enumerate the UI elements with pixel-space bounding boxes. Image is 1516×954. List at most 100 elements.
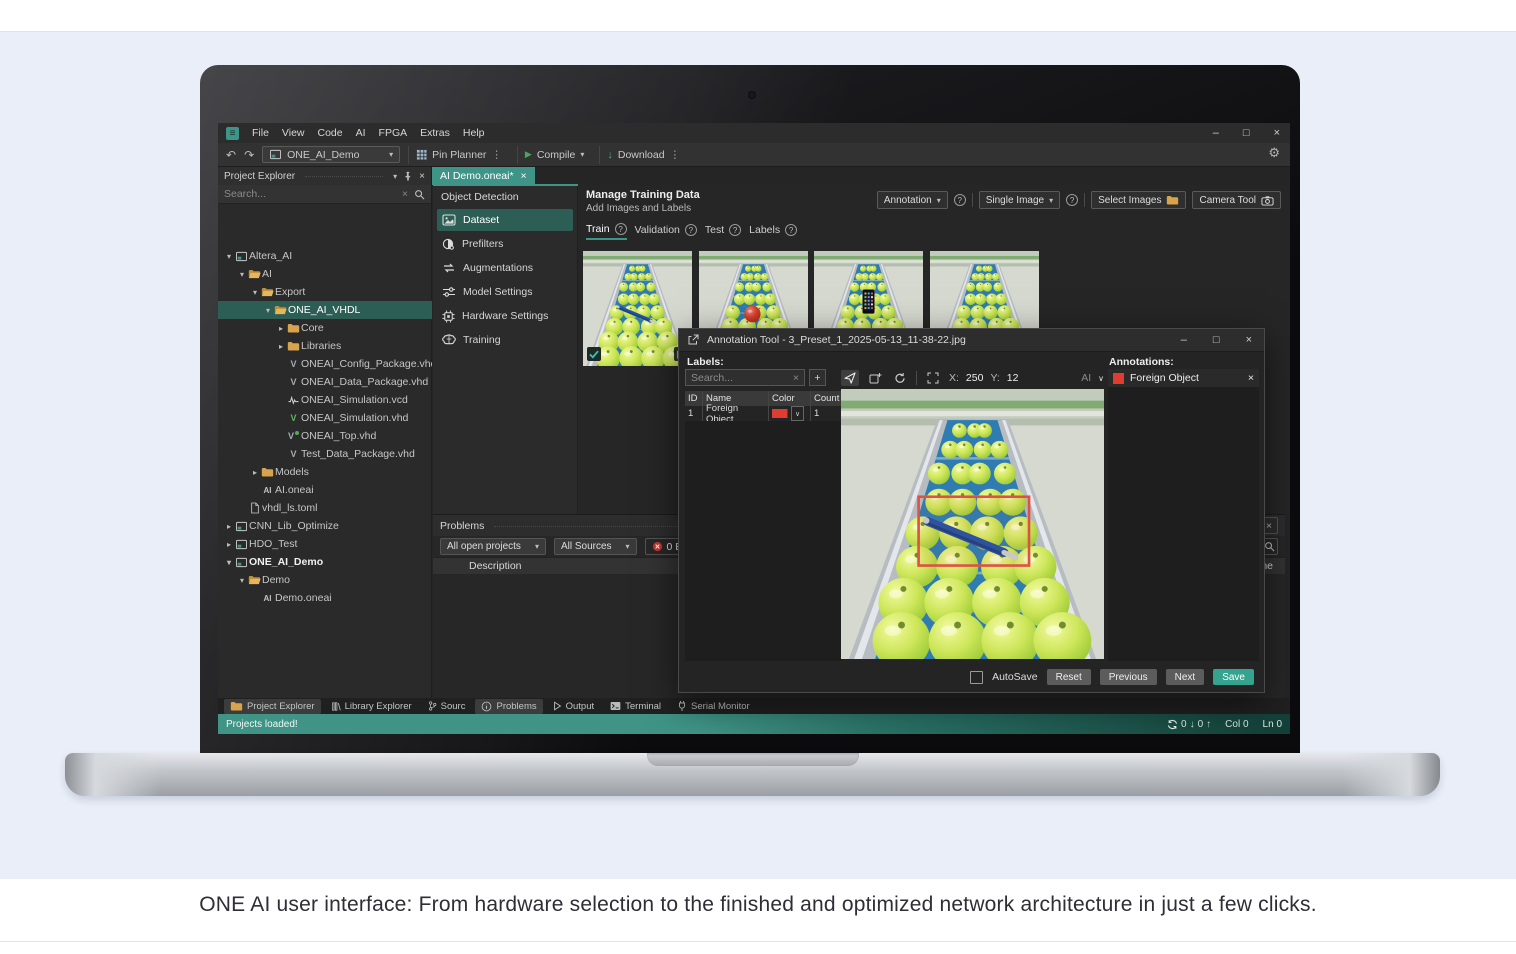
label-row[interactable]: 1Foreign Object∨1 bbox=[685, 406, 843, 421]
settings-gear-icon[interactable]: ⚙ bbox=[1268, 145, 1280, 161]
tree-item-libraries[interactable]: ▸Libraries bbox=[218, 337, 432, 355]
tree-item-core[interactable]: ▸Core bbox=[218, 319, 432, 337]
tree-item-one-ai-demo[interactable]: ▾ONE_AI_Demo bbox=[218, 553, 432, 571]
tree-item-hdo-test[interactable]: ▸HDO_Test bbox=[218, 535, 432, 553]
single-image-dropdown[interactable]: Single Image ▾ bbox=[979, 191, 1060, 209]
reset-button[interactable]: Reset bbox=[1047, 669, 1091, 685]
expand-arrow-icon[interactable]: ▾ bbox=[237, 576, 247, 585]
help-icon[interactable]: ? bbox=[785, 224, 797, 236]
project-selector-dropdown[interactable]: ONE_AI_Demo ▾ bbox=[262, 146, 400, 163]
collapse-arrow-icon[interactable]: ▸ bbox=[276, 324, 286, 333]
menu-item-fpga[interactable]: FPGA bbox=[379, 127, 408, 139]
next-button[interactable]: Next bbox=[1166, 669, 1205, 685]
tree-item-ai[interactable]: ▾AI bbox=[218, 265, 432, 283]
compile-button[interactable]: ▶ Compile ▾ bbox=[517, 146, 591, 164]
object-detection-item-prefilters[interactable]: Prefilters bbox=[437, 233, 573, 255]
kebab-menu-icon[interactable]: ⋮ bbox=[670, 149, 681, 161]
collapse-arrow-icon[interactable]: ▸ bbox=[224, 540, 234, 549]
expand-arrow-icon[interactable]: ▾ bbox=[263, 306, 273, 315]
thumbnail-checkbox-checked[interactable] bbox=[587, 347, 601, 361]
collapse-arrow-icon[interactable]: ▸ bbox=[250, 468, 260, 477]
labels-search-input[interactable]: Search... × bbox=[685, 369, 805, 386]
save-button[interactable]: Save bbox=[1213, 669, 1254, 685]
bottom-tab-problems[interactable]: Problems bbox=[475, 699, 542, 714]
help-icon[interactable]: ? bbox=[1066, 194, 1078, 206]
camera-tool-button[interactable]: Camera Tool bbox=[1192, 191, 1281, 209]
tree-item-oneai-config-package-vhd[interactable]: VONEAI_Config_Package.vhd bbox=[218, 355, 432, 373]
delete-annotation-icon[interactable]: × bbox=[1248, 372, 1254, 384]
annotation-dropdown[interactable]: Annotation ▾ bbox=[877, 191, 948, 209]
projects-filter-dropdown[interactable]: All open projects ▾ bbox=[440, 538, 546, 555]
dataset-tab-labels[interactable]: Labels? bbox=[749, 224, 797, 239]
tree-item-oneai-simulation-vcd[interactable]: ONEAI_Simulation.vcd bbox=[218, 391, 432, 409]
maximize-button[interactable]: □ bbox=[1213, 334, 1220, 346]
tree-item-vhdl-ls-toml[interactable]: vhdl_ls.toml bbox=[218, 499, 432, 517]
tree-item-oneai-top-vhd[interactable]: VONEAI_Top.vhd bbox=[218, 427, 432, 445]
explorer-search-input[interactable]: Search... × bbox=[218, 185, 431, 204]
expand-arrow-icon[interactable]: ▾ bbox=[250, 288, 260, 297]
tree-item-export[interactable]: ▾Export bbox=[218, 283, 432, 301]
label-color-cell[interactable]: ∨ bbox=[769, 406, 811, 421]
close-panel-icon[interactable]: × bbox=[419, 171, 425, 182]
tree-item-ai-oneai[interactable]: AIAI.oneai bbox=[218, 481, 432, 499]
object-detection-item-training[interactable]: Training bbox=[437, 329, 573, 351]
search-icon[interactable] bbox=[414, 189, 425, 200]
pin-planner-button[interactable]: Pin Planner ⋮ bbox=[408, 146, 509, 164]
bottom-tab-project-explorer[interactable]: Project Explorer bbox=[224, 699, 321, 714]
add-label-button[interactable]: + bbox=[809, 369, 826, 386]
tree-item-oneai-data-package-vhd[interactable]: VONEAI_Data_Package.vhd bbox=[218, 373, 432, 391]
clear-search-icon[interactable]: × bbox=[793, 372, 799, 384]
annotation-entry[interactable]: Foreign Object× bbox=[1108, 369, 1259, 387]
select-images-button[interactable]: Select Images bbox=[1091, 191, 1186, 209]
kebab-menu-icon[interactable]: ⋮ bbox=[491, 149, 502, 161]
close-button[interactable]: × bbox=[1246, 334, 1252, 346]
add-box-tool-icon[interactable] bbox=[866, 370, 884, 386]
tree-item-test-data-package-vhd[interactable]: VTest_Data_Package.vhd bbox=[218, 445, 432, 463]
redo-icon[interactable]: ↷ bbox=[244, 148, 254, 162]
menu-item-code[interactable]: Code bbox=[318, 127, 343, 139]
collapse-arrow-icon[interactable]: ▸ bbox=[276, 342, 286, 351]
help-icon[interactable]: ? bbox=[615, 223, 627, 235]
fit-view-icon[interactable] bbox=[924, 370, 942, 386]
menu-item-ai[interactable]: AI bbox=[356, 127, 366, 139]
tree-item-demo-oneai[interactable]: AIDemo.oneai bbox=[218, 589, 432, 607]
clear-search-icon[interactable]: × bbox=[402, 188, 408, 200]
bottom-tab-terminal[interactable]: Terminal bbox=[604, 699, 667, 714]
object-detection-item-hardware-settings[interactable]: Hardware Settings bbox=[437, 305, 573, 327]
tree-item-oneai-simulation-vhd[interactable]: VONEAI_Simulation.vhd bbox=[218, 409, 432, 427]
menu-item-view[interactable]: View bbox=[282, 127, 305, 139]
object-detection-item-augmentations[interactable]: Augmentations bbox=[437, 257, 573, 279]
bottom-tab-output[interactable]: Output bbox=[547, 699, 601, 714]
bottom-tab-library-explorer[interactable]: Library Explorer bbox=[325, 699, 418, 714]
dataset-tab-train[interactable]: Train? bbox=[586, 223, 627, 240]
minimize-button[interactable]: – bbox=[1181, 334, 1187, 346]
previous-button[interactable]: Previous bbox=[1100, 669, 1157, 685]
annotation-image[interactable] bbox=[841, 389, 1104, 659]
expand-arrow-icon[interactable]: ▾ bbox=[237, 270, 247, 279]
annotation-tool-titlebar[interactable]: Annotation Tool - 3_Preset_1_2025-05-13_… bbox=[679, 329, 1264, 352]
bottom-tab-sourc[interactable]: Sourc bbox=[422, 699, 472, 714]
sources-filter-dropdown[interactable]: All Sources ▾ bbox=[554, 538, 637, 555]
dataset-tab-validation[interactable]: Validation? bbox=[635, 224, 697, 239]
tab-ai-demo-oneai[interactable]: AI Demo.oneai* × bbox=[432, 167, 535, 185]
autosave-checkbox[interactable] bbox=[970, 671, 983, 684]
bottom-tab-serial-monitor[interactable]: Serial Monitor bbox=[671, 699, 756, 714]
undo-icon[interactable]: ↶ bbox=[226, 148, 236, 162]
tree-item-cnn-lib-optimize[interactable]: ▸CNN_Lib_Optimize bbox=[218, 517, 432, 535]
dataset-tab-test[interactable]: Test? bbox=[705, 224, 741, 239]
menu-item-help[interactable]: Help bbox=[463, 127, 485, 139]
tree-item-one-ai-vhdl[interactable]: ▾ONE_AI_VHDL bbox=[218, 301, 432, 319]
object-detection-item-model-settings[interactable]: Model Settings bbox=[437, 281, 573, 303]
tree-item-demo[interactable]: ▾Demo bbox=[218, 571, 432, 589]
menu-item-extras[interactable]: Extras bbox=[420, 127, 450, 139]
expand-arrow-icon[interactable]: ▾ bbox=[224, 558, 234, 567]
tree-item-altera-ai[interactable]: ▾Altera_AI bbox=[218, 247, 432, 265]
collapse-arrow-icon[interactable]: ▸ bbox=[224, 522, 234, 531]
sync-indicator[interactable]: 0↓ 0↑ bbox=[1167, 719, 1211, 730]
select-tool-icon[interactable] bbox=[841, 370, 859, 386]
download-button[interactable]: ↓ Download ⋮ bbox=[599, 146, 687, 164]
object-detection-item-dataset[interactable]: Dataset bbox=[437, 209, 573, 231]
chevron-down-icon[interactable]: ∨ bbox=[1098, 374, 1104, 383]
close-tab-icon[interactable]: × bbox=[521, 170, 527, 182]
menu-item-file[interactable]: File bbox=[252, 127, 269, 139]
